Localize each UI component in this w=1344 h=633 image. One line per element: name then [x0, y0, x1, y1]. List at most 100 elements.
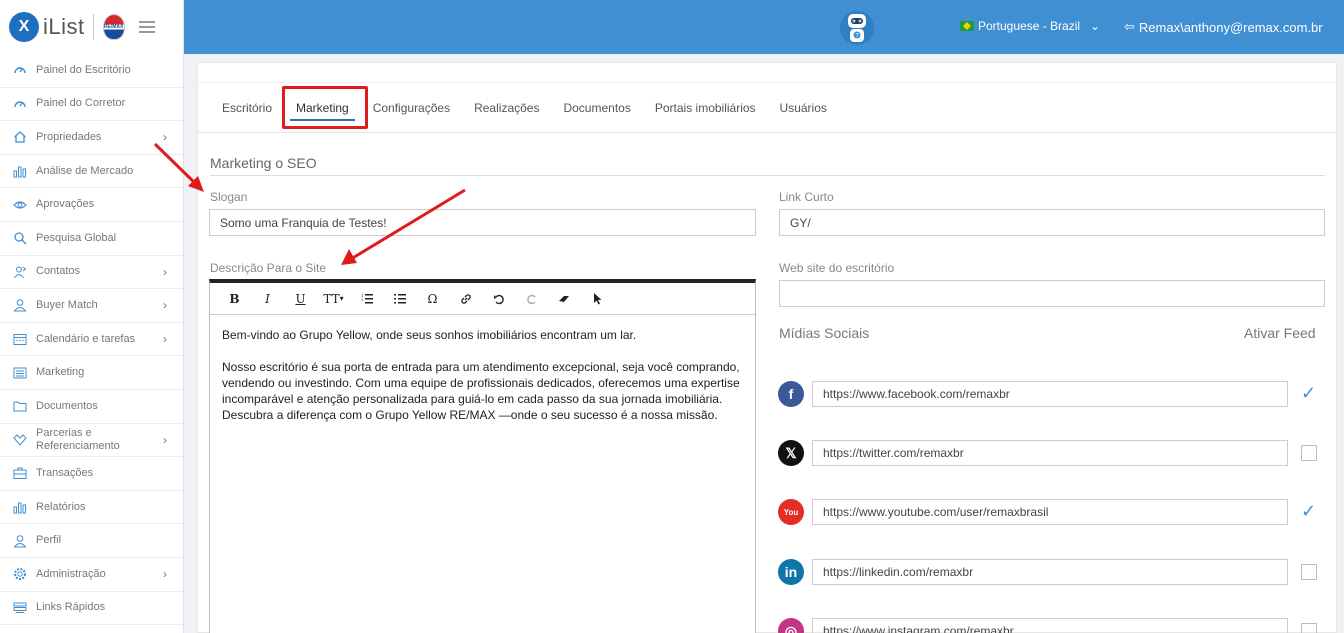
social-row: ◎ https://www.instagram.com/remaxbr	[778, 618, 1318, 633]
clear-format-button[interactable]	[548, 287, 581, 311]
link-button[interactable]	[449, 287, 482, 311]
social-url-input[interactable]: https://linkedin.com/remaxbr	[812, 559, 1288, 585]
editor-content[interactable]: Bem-vindo ao Grupo Yellow, onde seus son…	[210, 315, 755, 435]
gauge-icon	[12, 62, 28, 78]
text-size-button[interactable]: TT ▾	[317, 287, 350, 311]
tab-realizacoes[interactable]: Realizações	[474, 101, 539, 115]
sidebar-item-painel-do-corretor[interactable]: Painel do Corretor	[0, 88, 183, 122]
feed-checkbox[interactable]	[1301, 564, 1317, 580]
person-icon	[12, 533, 28, 549]
sidebar-item-label: Pesquisa Global	[36, 231, 117, 244]
social-url-input[interactable]: https://twitter.com/remaxbr	[812, 440, 1288, 466]
redo-button[interactable]	[515, 287, 548, 311]
sidebar-item-label: Buyer Match	[36, 298, 98, 311]
calendar-icon	[12, 331, 28, 347]
brand-divider	[92, 14, 94, 40]
sidebar-item-links-rapidos[interactable]: Links Rápidos	[0, 592, 183, 626]
chevron-right-icon: ›	[163, 332, 167, 347]
tab-escritorio[interactable]: Escritório	[222, 101, 272, 115]
short-link-input[interactable]: GY/	[779, 209, 1325, 236]
sidebar-item-analise-de-mercado[interactable]: Análise de Mercado	[0, 155, 183, 189]
sidebar-item-transacoes[interactable]: Transações	[0, 457, 183, 491]
linkedin-icon: in	[778, 559, 804, 585]
sidebar-item-label: Relatórios	[36, 500, 86, 513]
sidebar-item-aprovacoes[interactable]: Aprovações	[0, 188, 183, 222]
sidebar-item-contatos[interactable]: Contatos ›	[0, 256, 183, 290]
editor-toolbar: B I U TT ▾ 12 Ω	[210, 283, 755, 315]
robot-assistant-icon[interactable]: ?	[840, 8, 874, 48]
sidebar-item-perfil[interactable]: Perfil	[0, 524, 183, 558]
sidebar-item-relatorios[interactable]: Relatórios	[0, 491, 183, 525]
sidebar-item-buyer-match[interactable]: Buyer Match ›	[0, 289, 183, 323]
sidebar-item-label: Aprovações	[36, 198, 95, 211]
undo-icon	[493, 294, 504, 304]
top-bar: X iList RE/MAX ? Portuguese - Brazil ⌄ ⇦…	[0, 0, 1344, 54]
special-char-button[interactable]: Ω	[416, 287, 449, 311]
sidebar-item-parcerias-e-referenciamento[interactable]: Parcerias e Referenciamento ›	[0, 424, 183, 458]
tab-usuarios[interactable]: Usuários	[780, 101, 827, 115]
redo-icon	[526, 294, 536, 304]
sidebar-item-marketing[interactable]: Marketing	[0, 356, 183, 390]
feed-checkbox[interactable]: ✓	[1301, 385, 1317, 403]
chevron-down-icon: ⌄	[1090, 19, 1101, 33]
section-title: Marketing o SEO	[210, 155, 1325, 176]
social-url-input[interactable]: https://www.facebook.com/remaxbr	[812, 381, 1288, 407]
user-menu[interactable]: ⇦ Remax\anthony@remax.com.br	[1124, 19, 1323, 35]
feed-checkbox[interactable]: ✓	[1301, 503, 1317, 521]
sidebar-item-administracao[interactable]: Administração ›	[0, 558, 183, 592]
folder-icon	[12, 398, 28, 414]
slogan-input[interactable]: Somo uma Franquia de Testes!	[209, 209, 756, 236]
dropdown-caret-icon: ▾	[339, 294, 344, 303]
undo-button[interactable]	[482, 287, 515, 311]
ordered-list-button[interactable]: 12	[350, 287, 383, 311]
ilist-logo-text[interactable]: iList	[43, 14, 85, 40]
website-input[interactable]	[779, 280, 1325, 307]
tab-bar: Escritório Marketing Configurações Realizaç…	[198, 83, 1338, 133]
home-icon	[12, 129, 28, 145]
briefcase-icon	[12, 465, 28, 481]
sidebar-item-label: Calendário e tarefas	[36, 332, 136, 345]
select-pointer-button[interactable]	[581, 287, 614, 311]
newspaper-icon	[12, 365, 28, 381]
links-icon	[12, 600, 28, 616]
x-twitter-icon: 𝕏	[778, 440, 804, 466]
hamburger-menu-icon[interactable]	[138, 21, 155, 33]
italic-button[interactable]: I	[251, 287, 284, 311]
tab-documentos[interactable]: Documentos	[563, 101, 630, 115]
sidebar-item-calendario-e-tarefas[interactable]: Calendário e tarefas ›	[0, 323, 183, 357]
sidebar-item-label: Painel do Escritório	[36, 63, 131, 76]
ilist-logo-icon[interactable]: X	[9, 12, 39, 42]
underline-button[interactable]: U	[284, 287, 317, 311]
sidebar-item-label: Perfil	[36, 534, 62, 547]
slogan-label: Slogan	[210, 190, 248, 204]
logout-arrow-icon: ⇦	[1124, 19, 1135, 34]
sidebar-item-label: Painel do Corretor	[36, 97, 126, 110]
cursor-icon	[593, 292, 601, 304]
feed-checkbox[interactable]	[1301, 623, 1317, 633]
sidebar-item-documentos[interactable]: Documentos	[0, 390, 183, 424]
sidebar-item-painel-do-escritorio[interactable]: Painel do Escritório	[0, 54, 183, 88]
brand-area: X iList RE/MAX	[0, 0, 184, 54]
text-size-label: TT	[323, 291, 340, 306]
bold-button[interactable]: B	[218, 287, 251, 311]
social-row: f https://www.facebook.com/remaxbr ✓	[778, 381, 1318, 407]
social-url-input[interactable]: https://www.youtube.com/user/remaxbrasil	[812, 499, 1288, 525]
user-email: Remax\anthony@remax.com.br	[1138, 19, 1323, 35]
bullet-list-button[interactable]	[383, 287, 416, 311]
sidebar-item-pesquisa-global[interactable]: Pesquisa Global	[0, 222, 183, 256]
svg-text:2: 2	[361, 297, 364, 302]
tab-configuracoes[interactable]: Configurações	[373, 101, 450, 115]
sidebar-item-label: Transações	[36, 466, 94, 479]
sidebar: Painel do Escritório Painel do Corretor Pr…	[0, 54, 184, 633]
description-paragraph-1: Bem-vindo ao Grupo Yellow, onde seus son…	[222, 328, 637, 342]
activate-feed-label: Ativar Feed	[1244, 325, 1316, 341]
social-url-input[interactable]: https://www.instagram.com/remaxbr	[812, 618, 1288, 633]
gear-icon	[12, 566, 28, 582]
sidebar-item-propriedades[interactable]: Propriedades ›	[0, 121, 183, 155]
language-selector[interactable]: Portuguese - Brazil ⌄	[960, 19, 1100, 33]
feed-checkbox[interactable]	[1301, 445, 1317, 461]
bar-chart-icon	[12, 499, 28, 515]
social-media-title: Mídias Sociais	[779, 325, 870, 341]
search-icon	[12, 230, 28, 246]
tab-portais-imobiliarios[interactable]: Portais imobiliários	[655, 101, 756, 115]
